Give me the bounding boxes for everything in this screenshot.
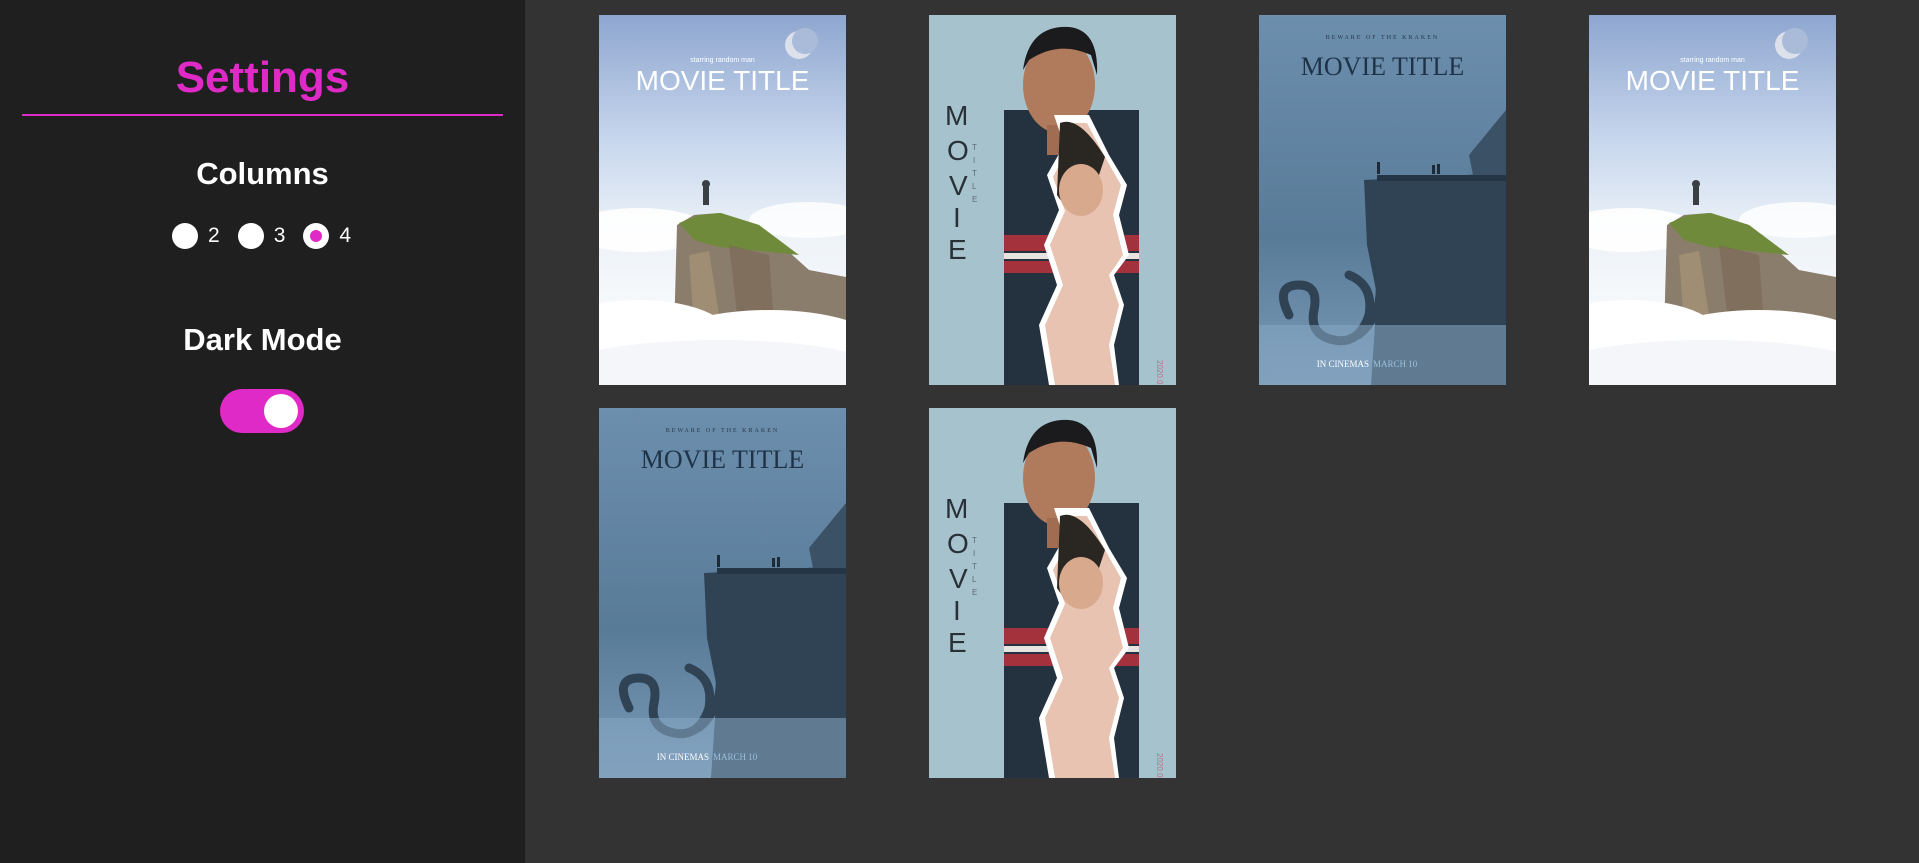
columns-radio-group: 2 3 4 xyxy=(172,221,369,251)
movie-poster-3[interactable]: BEWARE OF THE KRAKEN MOVIE TITLE IN CINE… xyxy=(1259,15,1506,385)
settings-sidebar: Settings Columns 2 3 4 Dark Mode xyxy=(0,0,525,863)
columns-option-label: 4 xyxy=(339,224,352,247)
poster-title: MOVIE TITLE xyxy=(636,65,810,96)
settings-title: Settings xyxy=(175,53,350,102)
poster-footer: IN CINEMAS xyxy=(657,752,709,762)
poster-date: 2020.03 xyxy=(1155,360,1164,385)
movie-poster-2[interactable]: MOVIE TITLE 2020.03 xyxy=(929,15,1176,385)
poster-artwork: starring random man MOVIE TITLE xyxy=(1589,15,1836,385)
columns-heading: Columns xyxy=(196,156,329,191)
columns-radio-4[interactable] xyxy=(303,223,330,249)
poster-artwork: MOVIE TITLE 2020.03 xyxy=(929,15,1176,385)
movie-poster-1[interactable]: starring random man MOVIE TITLE xyxy=(599,15,846,385)
poster-date: 2020.03 xyxy=(1155,753,1164,778)
columns-radio-2[interactable] xyxy=(172,223,198,249)
poster-artwork: BEWARE OF THE KRAKEN MOVIE TITLE IN CINE… xyxy=(599,408,846,778)
dark-mode-toggle[interactable] xyxy=(220,389,304,433)
columns-option-label: 3 xyxy=(273,224,286,247)
poster-title-vertical: MOVIE xyxy=(945,100,969,265)
poster-artwork: starring random man MOVIE TITLE xyxy=(599,15,846,385)
poster-footer-date: MARCH 10 xyxy=(1373,359,1418,369)
settings-divider xyxy=(22,114,503,116)
movie-poster-6[interactable]: MOVIE TITLE 2020.03 xyxy=(929,408,1176,778)
poster-footer-date: MARCH 10 xyxy=(713,752,758,762)
columns-option-label: 2 xyxy=(208,224,220,247)
poster-title: MOVIE TITLE xyxy=(1626,65,1800,96)
movie-poster-4[interactable]: starring random man MOVIE TITLE xyxy=(1589,15,1836,385)
poster-title-vertical: MOVIE xyxy=(945,493,969,658)
poster-title: MOVIE TITLE xyxy=(641,445,804,474)
poster-tagline: starring random man xyxy=(1680,57,1745,64)
poster-artwork: MOVIE TITLE 2020.03 xyxy=(929,408,1176,778)
poster-tagline: starring random man xyxy=(690,57,755,64)
dark-mode-heading: Dark Mode xyxy=(183,322,342,357)
poster-tagline: BEWARE OF THE KRAKEN xyxy=(666,428,779,434)
poster-footer: IN CINEMAS xyxy=(1317,359,1369,369)
poster-artwork: BEWARE OF THE KRAKEN MOVIE TITLE IN CINE… xyxy=(1259,15,1506,385)
movie-poster-5[interactable]: BEWARE OF THE KRAKEN MOVIE TITLE IN CINE… xyxy=(599,408,846,778)
columns-option-4[interactable]: 4 xyxy=(303,223,351,249)
poster-tagline: BEWARE OF THE KRAKEN xyxy=(1326,35,1439,41)
columns-option-3[interactable]: 3 xyxy=(237,223,286,249)
columns-option-2[interactable]: 2 xyxy=(172,223,220,249)
toggle-knob xyxy=(264,394,298,428)
columns-radio-3[interactable] xyxy=(237,223,264,249)
poster-title: MOVIE TITLE xyxy=(1301,52,1464,81)
